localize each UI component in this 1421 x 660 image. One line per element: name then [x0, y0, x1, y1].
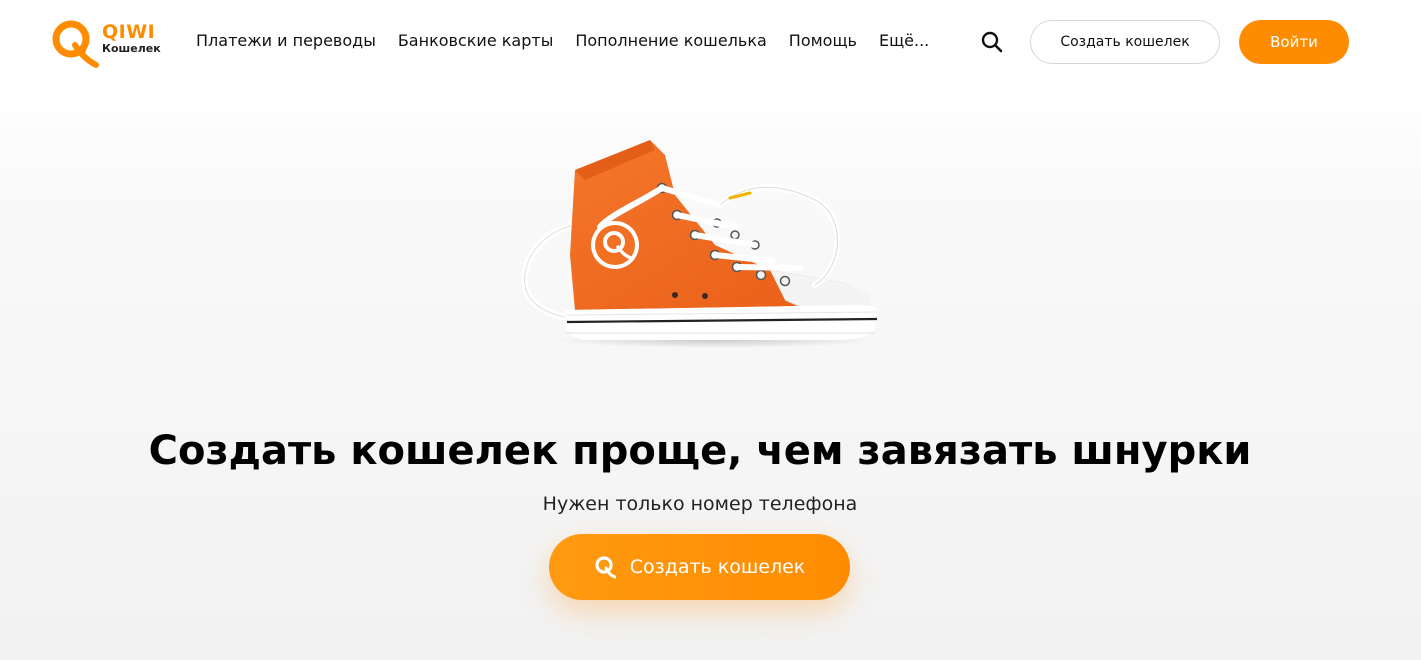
page: QIWI Кошелек Платежи и переводы Банковск… [0, 0, 1421, 660]
qiwi-q-icon [595, 556, 616, 579]
logo-subtitle: Кошелек [102, 42, 161, 55]
login-button[interactable]: Войти [1239, 20, 1349, 64]
nav-payments[interactable]: Платежи и переводы [196, 31, 376, 51]
qiwi-logo[interactable]: QIWI Кошелек [50, 18, 161, 68]
main-nav: Платежи и переводы Банковские карты Попо… [196, 31, 951, 51]
header: QIWI Кошелек Платежи и переводы Банковск… [0, 0, 1421, 84]
sneaker-image [521, 140, 878, 348]
create-wallet-button[interactable]: Создать кошелек [1030, 20, 1220, 64]
search-icon[interactable] [980, 30, 1004, 54]
nav-help[interactable]: Помощь [789, 31, 857, 51]
hero-subtitle: Нужен только номер телефона [542, 493, 858, 515]
qiwi-logo-icon [52, 20, 99, 68]
create-wallet-hero-button[interactable]: Создать кошелек [549, 534, 850, 600]
nav-top-up[interactable]: Пополнение кошелька [575, 31, 766, 51]
nav-more[interactable]: Ещё... [879, 31, 929, 51]
nav-bank-cards[interactable]: Банковские карты [398, 31, 554, 51]
logo-brand: QIWI [102, 21, 156, 43]
hero-title: Создать кошелек проще, чем завязать шнур… [148, 427, 1252, 474]
create-wallet-hero-label: Создать кошелек [629, 556, 806, 578]
